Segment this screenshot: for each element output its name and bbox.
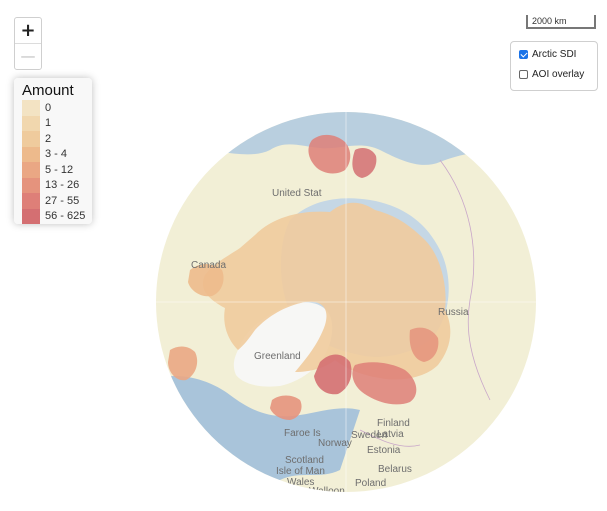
scale-bar: 2000 km: [526, 15, 596, 29]
label-poland: Poland: [355, 478, 386, 489]
legend-swatch: [22, 162, 40, 178]
legend-label: 3 - 4: [45, 148, 68, 161]
legend-label: 56 - 625: [45, 210, 86, 223]
legend-item: 0: [14, 100, 92, 116]
label-faroe-is: Faroe Is: [284, 428, 321, 439]
label-united-states: United Stat: [272, 188, 322, 199]
legend-label: 1: [45, 117, 52, 130]
legend-label: 5 - 12: [45, 163, 74, 176]
scale-label: 2000 km: [532, 16, 567, 26]
legend-swatch: [22, 100, 40, 116]
label-estonia: Estonia: [367, 445, 401, 456]
label-latvia: Latvia: [377, 429, 404, 440]
label-russia: Russia: [438, 307, 469, 318]
zoom-in-button[interactable]: +: [15, 18, 41, 44]
legend-swatch: [22, 208, 40, 224]
label-scotland: Scotland: [285, 455, 324, 466]
label-wales: Wales: [287, 477, 314, 488]
layer-label: Arctic SDI: [532, 49, 577, 60]
legend-label: 2: [45, 132, 52, 145]
label-sweden: Sweden: [351, 430, 387, 441]
legend-label: 0: [45, 101, 52, 114]
legend-swatch: [22, 146, 40, 162]
layer-label: AOI overlay: [532, 69, 585, 80]
legend-label: 27 - 55: [45, 194, 80, 207]
label-canada: Canada: [191, 260, 226, 271]
legend-swatch: [22, 193, 40, 209]
legend-item: 3 - 4: [14, 146, 92, 162]
label-isle-of-man: Isle of Man: [276, 466, 325, 477]
legend-item: 27 - 55: [14, 193, 92, 209]
aoi-overlay-checkbox[interactable]: [519, 70, 528, 79]
polar-map-disc: United Stat Canada Greenland Russia Faro…: [156, 112, 536, 497]
zoom-out-button[interactable]: —: [15, 44, 41, 69]
legend-swatch: [22, 177, 40, 193]
label-finland: Finland: [377, 418, 410, 429]
legend-item: 56 - 625: [14, 208, 92, 224]
legend: Amount 0 1 2 3 - 4 5 - 12 13 - 26 27 - 5…: [14, 78, 92, 224]
legend-swatch: [22, 115, 40, 131]
legend-item: 2: [14, 131, 92, 147]
label-belarus: Belarus: [378, 464, 412, 475]
layer-item-arctic-sdi[interactable]: Arctic SDI: [519, 49, 576, 60]
label-greenland: Greenland: [254, 351, 301, 362]
legend-item: 5 - 12: [14, 162, 92, 178]
legend-label: 13 - 26: [45, 179, 80, 192]
label-walloon: Walloon: [309, 486, 345, 497]
legend-title: Amount: [22, 82, 74, 99]
legend-swatch: [22, 131, 40, 147]
layer-item-aoi-overlay[interactable]: AOI overlay: [519, 69, 584, 80]
arctic-sdi-checkbox[interactable]: [519, 50, 528, 59]
legend-item: 1: [14, 115, 92, 131]
legend-item: 13 - 26: [14, 177, 92, 193]
label-norway: Norway: [318, 438, 352, 449]
layer-control: Arctic SDI AOI overlay: [510, 41, 598, 91]
zoom-control: + —: [14, 17, 42, 70]
